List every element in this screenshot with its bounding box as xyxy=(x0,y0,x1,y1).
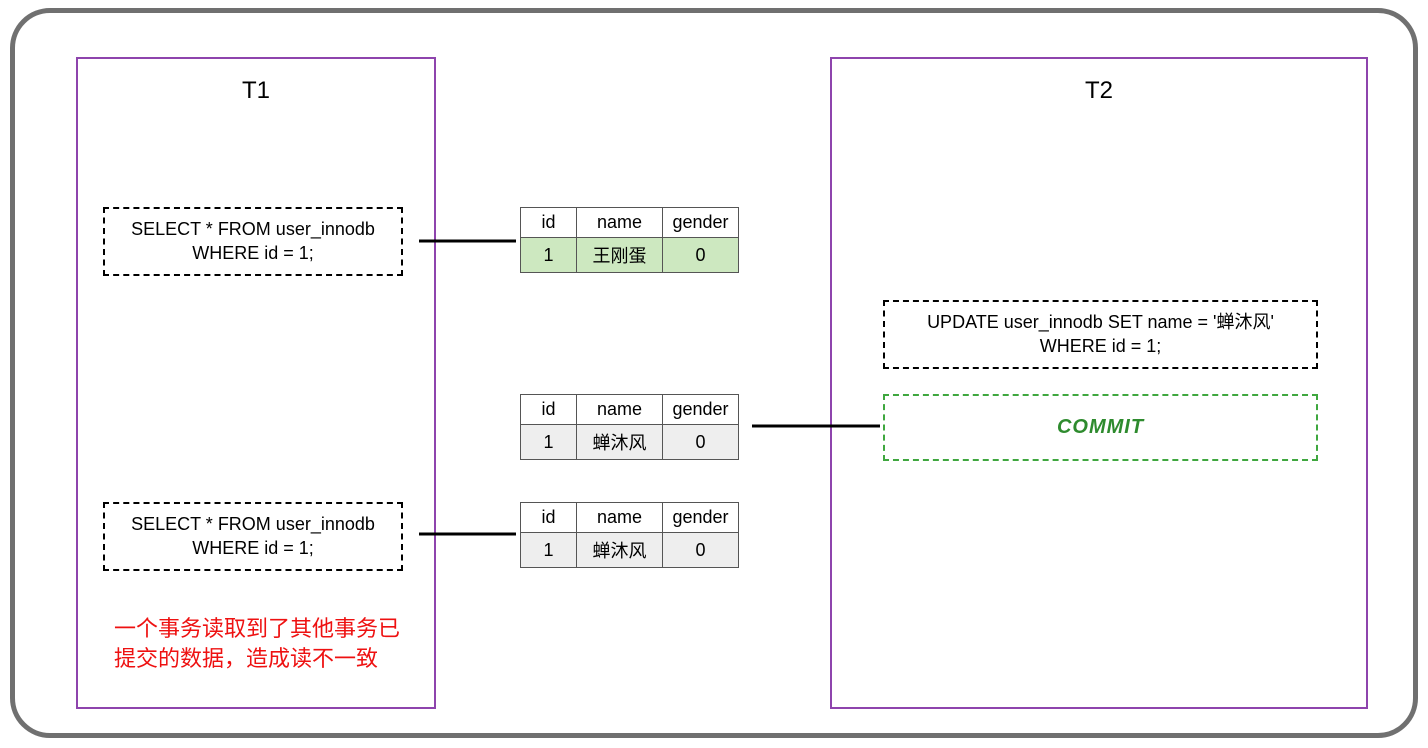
annotation-line: 提交的数据，造成读不一致 xyxy=(114,644,434,674)
th-id: id xyxy=(521,503,577,533)
arrow-table1-to-select1 xyxy=(403,226,520,256)
table-row: 1 王刚蛋 0 xyxy=(521,238,739,273)
th-name: name xyxy=(577,503,663,533)
outer-border: T1 T2 SELECT * FROM user_innodb WHERE id… xyxy=(10,8,1418,738)
t2-title: T2 xyxy=(1071,77,1127,105)
annotation-line: 一个事务读取到了其他事务已 xyxy=(114,614,434,644)
sql-line: WHERE id = 1; xyxy=(111,536,395,560)
commit-label: COMMIT xyxy=(885,396,1316,459)
th-id: id xyxy=(521,395,577,425)
arrow-commit-to-table2 xyxy=(736,411,884,441)
th-gender: gender xyxy=(663,395,739,425)
th-gender: gender xyxy=(663,208,739,238)
result-table-2: id name gender 1 蝉沐风 0 xyxy=(520,394,739,460)
sql-line: WHERE id = 1; xyxy=(111,241,395,265)
t1-title: T1 xyxy=(228,77,284,105)
table-row: 1 蝉沐风 0 xyxy=(521,533,739,568)
th-name: name xyxy=(577,395,663,425)
sql-select-2: SELECT * FROM user_innodb WHERE id = 1; xyxy=(103,502,403,571)
annotation-text: 一个事务读取到了其他事务已 提交的数据，造成读不一致 xyxy=(114,614,434,673)
sql-line: UPDATE user_innodb SET name = '蝉沐风' xyxy=(891,310,1310,334)
diagram-root: T1 T2 SELECT * FROM user_innodb WHERE id… xyxy=(0,0,1428,748)
result-table-3: id name gender 1 蝉沐风 0 xyxy=(520,502,739,568)
sql-line: SELECT * FROM user_innodb xyxy=(111,512,395,536)
sql-line: SELECT * FROM user_innodb xyxy=(111,217,395,241)
transaction-t1-panel: T1 xyxy=(76,57,436,709)
th-id: id xyxy=(521,208,577,238)
sql-update: UPDATE user_innodb SET name = '蝉沐风' WHER… xyxy=(883,300,1318,369)
th-gender: gender xyxy=(663,503,739,533)
arrow-table3-to-select2 xyxy=(403,519,520,549)
table-row: 1 蝉沐风 0 xyxy=(521,425,739,460)
transaction-t2-panel: T2 xyxy=(830,57,1368,709)
result-table-1: id name gender 1 王刚蛋 0 xyxy=(520,207,739,273)
sql-line: WHERE id = 1; xyxy=(891,334,1310,358)
sql-select-1: SELECT * FROM user_innodb WHERE id = 1; xyxy=(103,207,403,276)
sql-commit: COMMIT xyxy=(883,394,1318,461)
th-name: name xyxy=(577,208,663,238)
